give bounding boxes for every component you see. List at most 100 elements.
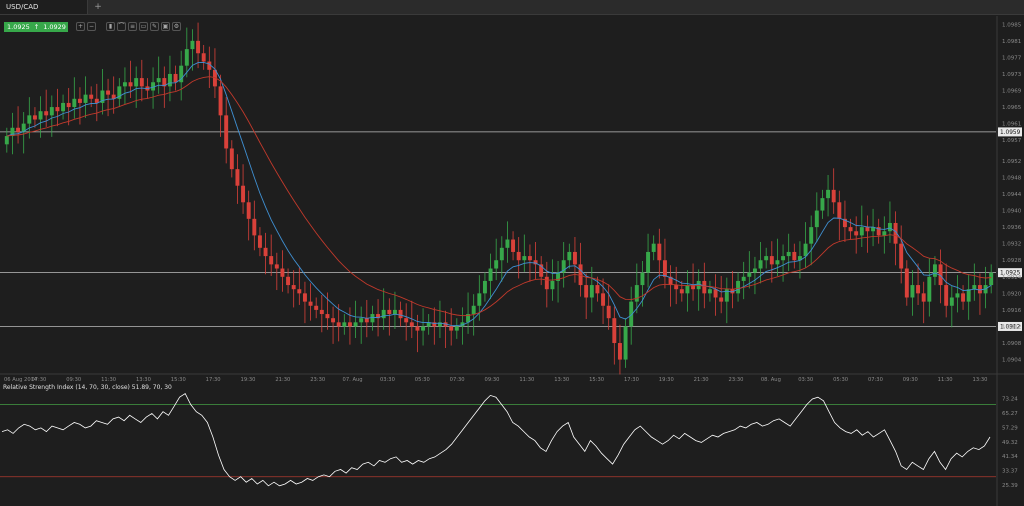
add-tab-button[interactable]: +: [92, 0, 104, 14]
arrow-up-icon: ↑: [33, 23, 40, 31]
candle-body: [826, 189, 831, 199]
candle-body: [145, 86, 150, 91]
candle-body: [336, 322, 341, 327]
candle-body: [944, 285, 949, 306]
candle-body: [426, 322, 431, 327]
candle-body: [314, 305, 319, 310]
candle-body: [499, 247, 504, 261]
zoom-out-icon[interactable]: −: [87, 22, 96, 31]
rsi-y-tick-label: 41.34: [1002, 454, 1018, 460]
candle-body: [539, 264, 544, 277]
candle-body: [719, 297, 724, 302]
candle-body: [342, 322, 347, 327]
price-line-label: 1.0959: [1000, 130, 1021, 136]
candle-body: [786, 251, 791, 257]
candle-body: [10, 127, 15, 137]
candle-body: [55, 107, 60, 112]
pen-icon[interactable]: ✎: [150, 22, 159, 31]
x-tick-label: 07:30: [868, 377, 883, 383]
candle-body: [432, 322, 437, 327]
price-chart[interactable]: 1.0959 1.0925 1.0912 1.0985 1.0981 1.0977 1.0…: [0, 0, 1024, 506]
candle-body: [623, 326, 628, 360]
candle-body: [246, 202, 251, 219]
candle-body: [151, 82, 156, 91]
candle-body: [111, 94, 116, 99]
candle-body: [713, 289, 718, 298]
candle-body: [561, 260, 566, 273]
chart-toolbar: + − ▮ ⌒ ≡ ▭ ✎ ▣ ⚙: [76, 22, 181, 31]
candle-body: [460, 322, 465, 327]
indicators-icon[interactable]: ≡: [128, 22, 137, 31]
rsi-y-tick-label: 25.39: [1002, 483, 1018, 489]
y-tick-label: 1.0981: [1002, 39, 1021, 45]
y-tick-label: 1.0973: [1002, 72, 1022, 78]
candle-body: [646, 251, 651, 273]
candle-body: [887, 222, 892, 232]
candle-body: [488, 268, 493, 281]
x-tick-label: 23:30: [310, 377, 325, 383]
y-tick-label: 1.0948: [1002, 175, 1022, 181]
candle-body: [640, 272, 645, 286]
candle-body: [409, 322, 414, 327]
candle-body: [325, 314, 330, 319]
zoom-in-icon[interactable]: +: [76, 22, 85, 31]
candle-body: [482, 280, 487, 294]
ema-fast-line: [6, 61, 992, 327]
x-tick-label: 09:30: [903, 377, 918, 383]
x-tick-label: 15:30: [171, 377, 186, 383]
candle-body: [66, 102, 71, 108]
x-tick-label: 09:30: [66, 377, 81, 383]
candle-body: [128, 82, 133, 87]
candle-body: [212, 69, 217, 87]
candle-body: [370, 314, 375, 323]
candle-body: [797, 256, 802, 261]
candle-body: [274, 264, 279, 269]
y-tick-label: 1.0936: [1002, 225, 1022, 231]
candle-body: [674, 285, 679, 290]
candle-body: [252, 218, 257, 236]
candle-body: [601, 293, 606, 306]
candle-body: [989, 272, 994, 286]
candle-body: [302, 293, 307, 302]
candle-body: [803, 243, 808, 257]
settings-icon[interactable]: ⚙: [172, 22, 181, 31]
candle-body: [94, 98, 99, 103]
template-icon[interactable]: ▭: [139, 22, 148, 31]
candle-body: [196, 40, 201, 54]
x-tick-label: 23:30: [729, 377, 744, 383]
candle-body: [21, 123, 26, 132]
candle-body: [415, 326, 420, 331]
x-tick-label: 13:30: [136, 377, 151, 383]
candle-body: [38, 111, 43, 120]
candle-body: [353, 322, 358, 327]
x-tick-label: 03:30: [798, 377, 813, 383]
y-tick-label: 1.0904: [1002, 358, 1022, 364]
candle-body: [49, 107, 54, 116]
price-quote-badge[interactable]: 1.0925 ↑ 1.0929: [4, 22, 68, 32]
candle-body: [218, 86, 223, 116]
x-tick-label: 21:30: [275, 377, 290, 383]
candle-body: [831, 189, 836, 203]
candle-body: [522, 256, 527, 261]
candle-body: [668, 276, 673, 286]
draw-icon[interactable]: ⌒: [117, 22, 126, 31]
candle-body: [454, 326, 459, 331]
candle-body: [550, 280, 555, 290]
candle-body: [308, 301, 313, 306]
candle-body: [494, 260, 499, 269]
price-line-label: 1.0925: [1000, 271, 1021, 277]
screenshot-icon[interactable]: ▣: [161, 22, 170, 31]
x-tick-label: 09:30: [485, 377, 500, 383]
tab-usdcad[interactable]: USD/CAD: [0, 0, 88, 14]
x-tick-label: 07:30: [450, 377, 465, 383]
rsi-title: Relative Strength Index (14, 70, 30, clo…: [3, 384, 172, 391]
x-tick-label: 08. Aug: [761, 377, 781, 383]
y-tick-label: 1.0924: [1002, 275, 1022, 281]
candle-body: [882, 231, 887, 236]
chart-type-icon[interactable]: ▮: [106, 22, 115, 31]
x-tick-label: 06 Aug 2014: [4, 377, 38, 383]
candle-body: [257, 235, 262, 248]
ema-slow-line: [6, 76, 992, 317]
candle-body: [376, 314, 381, 319]
candle-body: [612, 318, 617, 344]
